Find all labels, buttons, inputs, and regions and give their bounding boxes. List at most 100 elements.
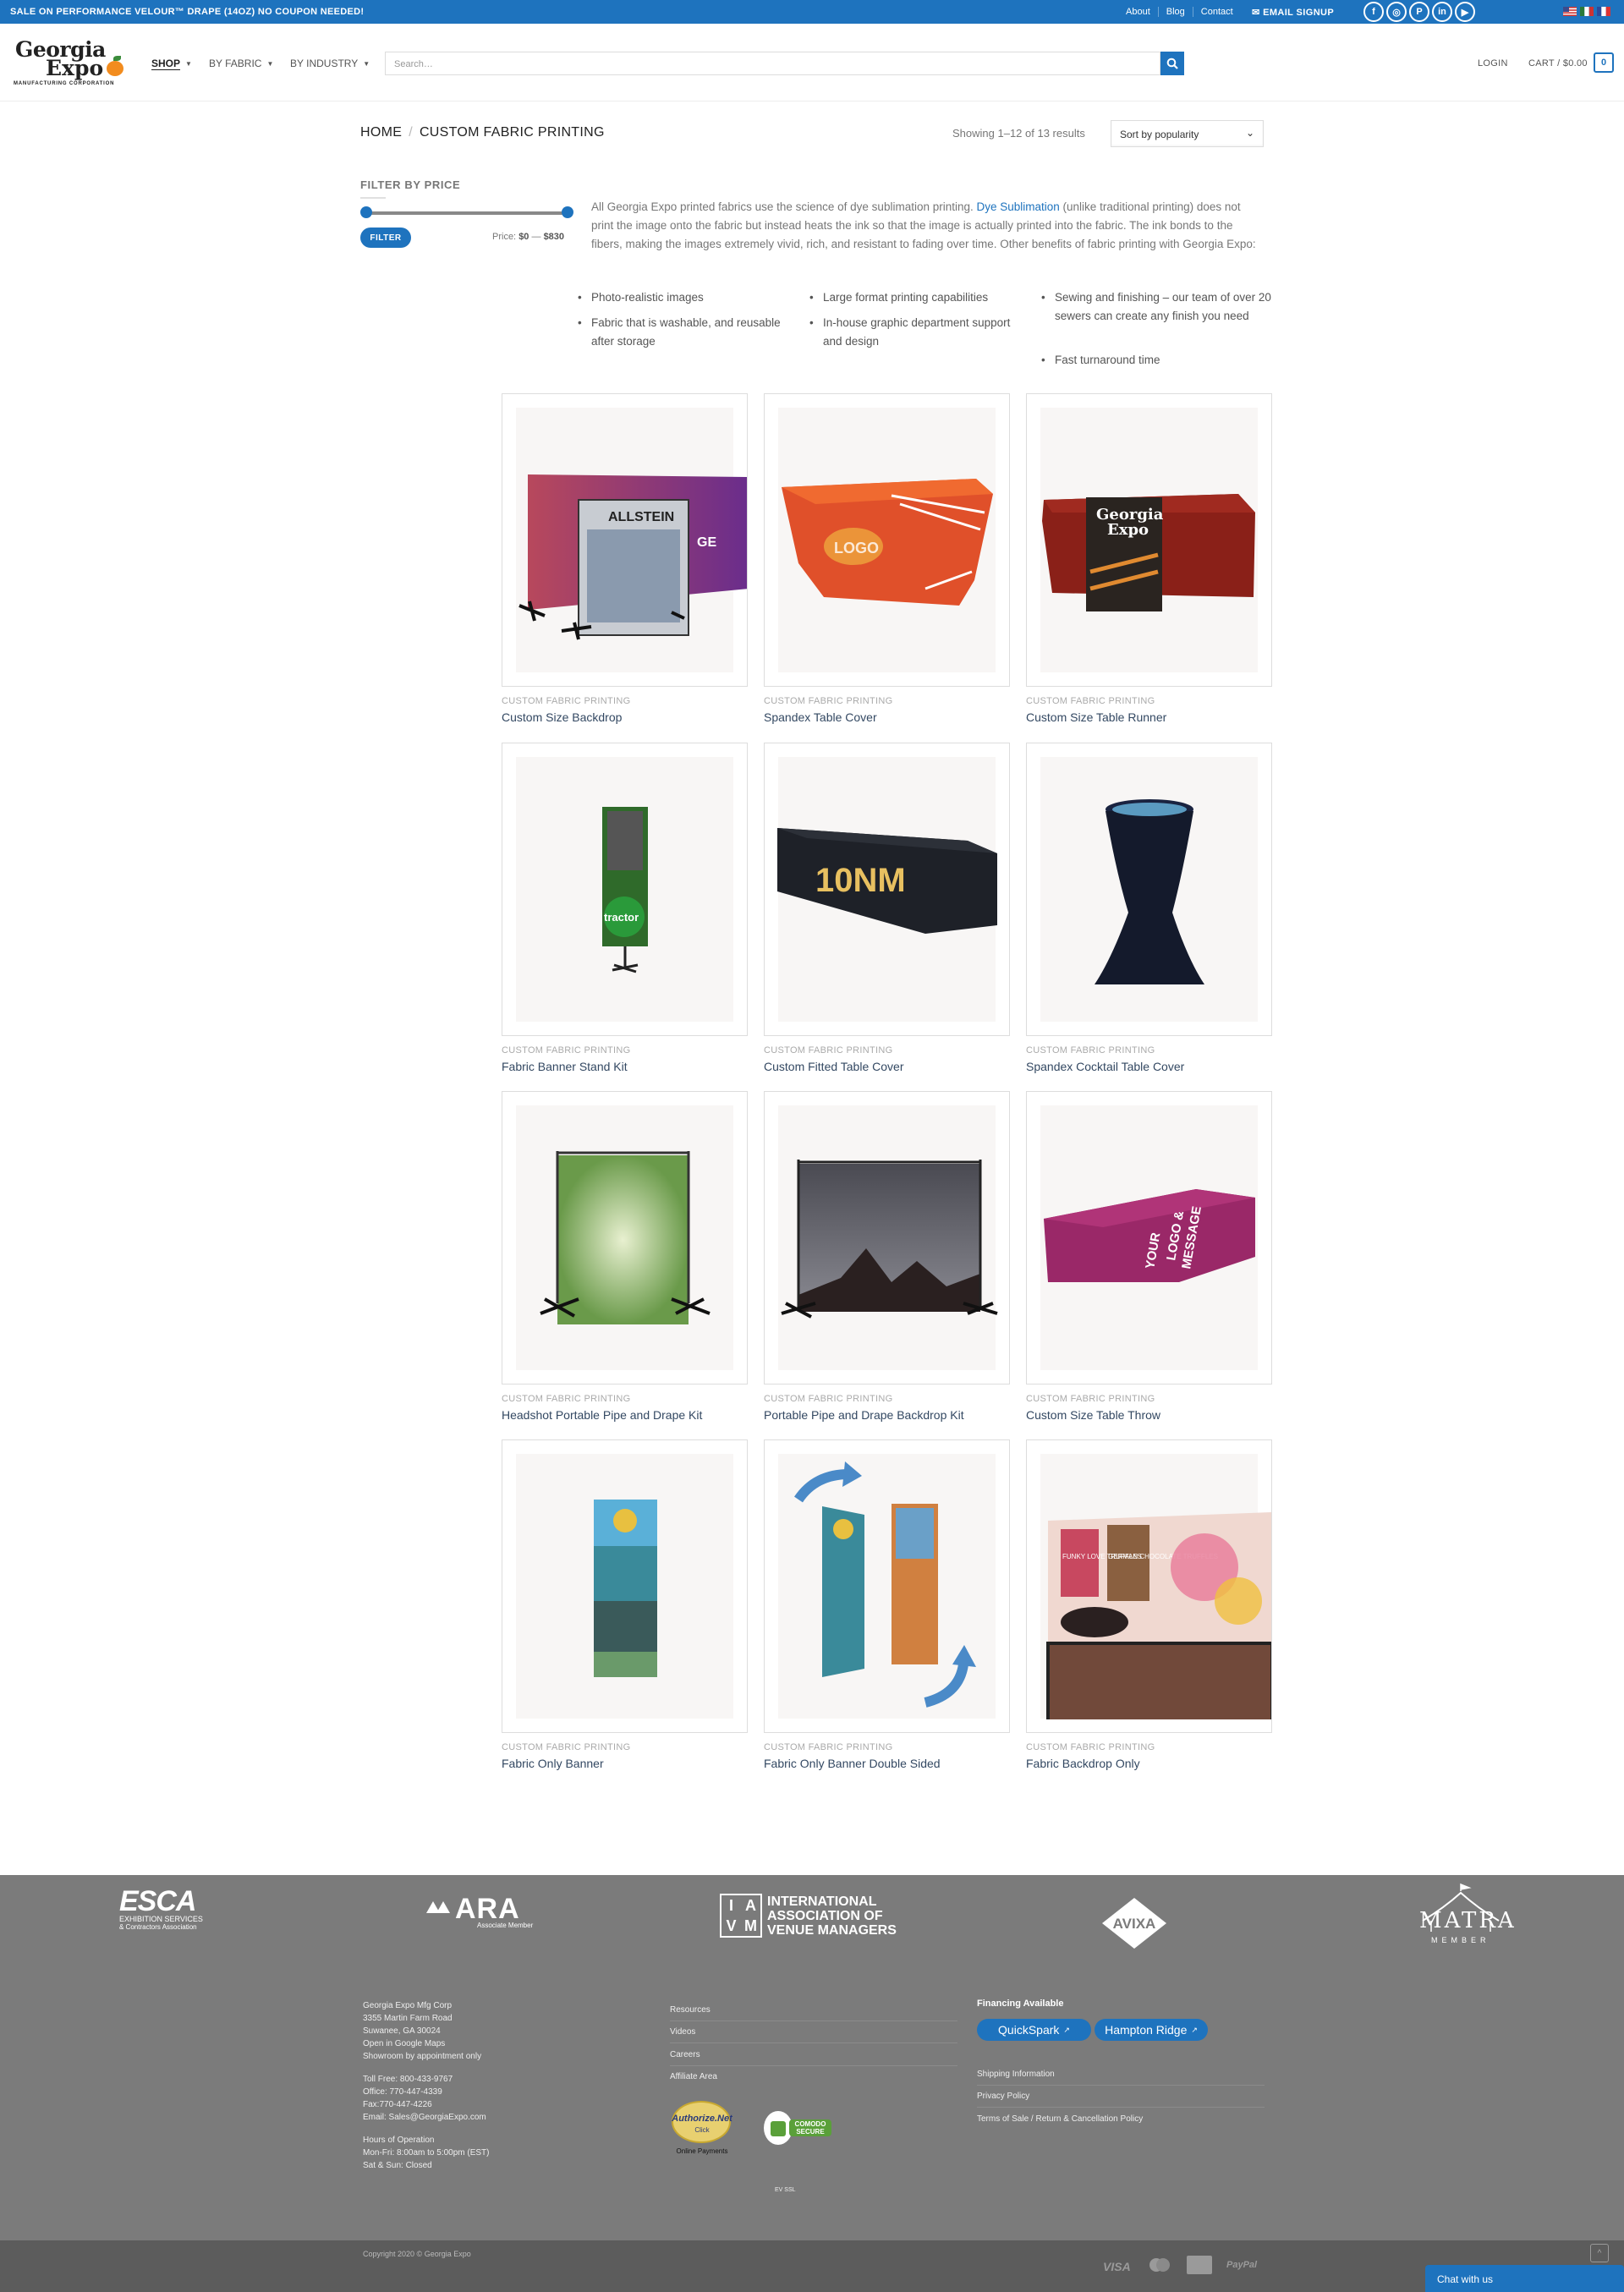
about-link[interactable]: About bbox=[1118, 7, 1159, 17]
site-logo[interactable]: Georgia Expo MANUFACTURING CORPORATION bbox=[12, 37, 125, 90]
product-title[interactable]: Spandex Table Cover bbox=[764, 710, 877, 724]
instagram-icon[interactable]: ◎ bbox=[1386, 2, 1407, 22]
chevron-down-icon: ▼ bbox=[363, 59, 370, 68]
footer-link-privacy[interactable]: Privacy Policy bbox=[977, 2092, 1265, 2108]
nav-by-fabric[interactable]: BY FABRIC ▼ bbox=[209, 58, 273, 69]
table-runner-image: Georgia Expo bbox=[1042, 494, 1255, 611]
product-category[interactable]: CUSTOM FABRIC PRINTING bbox=[502, 1394, 630, 1404]
product-image-fabric-only-banner[interactable] bbox=[502, 1439, 748, 1733]
quickspark-button[interactable]: QuickSpark ↗ bbox=[977, 2019, 1091, 2041]
product-category[interactable]: CUSTOM FABRIC PRINTING bbox=[764, 1045, 892, 1056]
authorize-net-badge[interactable]: Authorize.Net Click Online Payments bbox=[668, 2101, 736, 2160]
ara-mark-icon bbox=[426, 1901, 450, 1913]
svg-text:Expo: Expo bbox=[1107, 521, 1149, 539]
product-category[interactable]: CUSTOM FABRIC PRINTING bbox=[502, 1045, 630, 1056]
filter-button[interactable]: FILTER bbox=[360, 228, 411, 248]
footer-link-terms[interactable]: Terms of Sale / Return & Cancellation Po… bbox=[977, 2114, 1265, 2130]
back-to-top-button[interactable]: ^ bbox=[1590, 2244, 1609, 2262]
login-link[interactable]: LOGIN bbox=[1478, 58, 1508, 69]
sort-select[interactable]: Sort by popularity ⌄ bbox=[1111, 120, 1264, 147]
product-category[interactable]: CUSTOM FABRIC PRINTING bbox=[1026, 1394, 1155, 1404]
product-category[interactable]: CUSTOM FABRIC PRINTING bbox=[502, 696, 630, 706]
dye-sublimation-link[interactable]: Dye Sublimation bbox=[977, 200, 1060, 213]
footer-link-resources[interactable]: Resources bbox=[670, 2005, 957, 2021]
list-item: Photo-realistic images bbox=[578, 288, 789, 307]
product-category[interactable]: CUSTOM FABRIC PRINTING bbox=[1026, 696, 1155, 706]
copyright-text: Copyright 2020 © Georgia Expo bbox=[363, 2250, 471, 2258]
hampton-ridge-button[interactable]: Hampton Ridge ↗ bbox=[1095, 2019, 1208, 2041]
chat-widget-button[interactable]: Chat with us bbox=[1425, 2265, 1624, 2292]
google-maps-link[interactable]: Open in Google Maps bbox=[363, 2037, 490, 2050]
product-title[interactable]: Fabric Banner Stand Kit bbox=[502, 1060, 628, 1073]
price-slider-track[interactable] bbox=[365, 211, 568, 215]
peach-icon bbox=[107, 61, 123, 76]
footer-link-shipping[interactable]: Shipping Information bbox=[977, 2070, 1265, 2086]
product-image-custom-fitted-table-cover[interactable]: 10NM bbox=[764, 743, 1010, 1036]
product-image-spandex-table-cover[interactable]: LOGO bbox=[764, 393, 1010, 687]
search-button[interactable] bbox=[1160, 52, 1184, 75]
avixa-logo[interactable]: AVIXA bbox=[1100, 1898, 1168, 1949]
visa-icon: VISA bbox=[1103, 2260, 1131, 2273]
product-image-spandex-cocktail-table-cover[interactable] bbox=[1026, 743, 1272, 1036]
product-image-custom-size-backdrop[interactable]: ALLSTEIN GE bbox=[502, 393, 748, 687]
product-category[interactable]: CUSTOM FABRIC PRINTING bbox=[502, 1742, 630, 1752]
cart-link[interactable]: CART / $0.00 bbox=[1528, 58, 1588, 69]
price-slider-min-handle[interactable] bbox=[360, 206, 372, 218]
product-title[interactable]: Fabric Only Banner Double Sided bbox=[764, 1757, 941, 1770]
product-category[interactable]: CUSTOM FABRIC PRINTING bbox=[1026, 1045, 1155, 1056]
contact-link[interactable]: Contact bbox=[1193, 7, 1241, 17]
product-image-headshot-pipe-and-drape-kit[interactable] bbox=[502, 1091, 748, 1385]
top-bar: SALE ON PERFORMANCE VELOUR™ DRAPE (14OZ)… bbox=[0, 0, 1624, 24]
search-input[interactable]: Search… bbox=[385, 52, 1160, 75]
facebook-icon[interactable]: f bbox=[1363, 2, 1384, 22]
product-title[interactable]: Custom Size Table Runner bbox=[1026, 710, 1166, 724]
svg-text:10NM: 10NM bbox=[815, 862, 906, 899]
product-image-fabric-backdrop-only[interactable]: FUNKY LOVE TRUFFLES GERMAN CHOCOLATE TRU… bbox=[1026, 1439, 1272, 1733]
footer-link-affiliate[interactable]: Affiliate Area bbox=[670, 2072, 957, 2087]
product-title[interactable]: Fabric Backdrop Only bbox=[1026, 1757, 1140, 1770]
matra-logo[interactable]: MATRA MEMBER bbox=[1414, 1883, 1514, 1950]
product-image-fabric-only-banner-double-sided[interactable] bbox=[764, 1439, 1010, 1733]
footer-link-videos[interactable]: Videos bbox=[670, 2027, 957, 2043]
esca-logo[interactable]: ESCA EXHIBITION SERVICES & Contractors A… bbox=[119, 1885, 212, 1931]
price-slider-max-handle[interactable] bbox=[562, 206, 573, 218]
promo-text[interactable]: SALE ON PERFORMANCE VELOUR™ DRAPE (14OZ)… bbox=[10, 7, 364, 17]
cart-count-badge[interactable]: 0 bbox=[1594, 52, 1614, 73]
us-flag-icon[interactable] bbox=[1563, 7, 1577, 16]
product-title[interactable]: Custom Fitted Table Cover bbox=[764, 1060, 903, 1073]
footer-link-careers[interactable]: Careers bbox=[670, 2050, 957, 2066]
product-category[interactable]: CUSTOM FABRIC PRINTING bbox=[764, 696, 892, 706]
product-image-portable-pipe-and-drape-backdrop-kit[interactable] bbox=[764, 1091, 1010, 1385]
product-title[interactable]: Custom Size Backdrop bbox=[502, 710, 622, 724]
comodo-secure-badge[interactable]: COMODO SECURE bbox=[764, 2109, 831, 2147]
product-title[interactable]: Fabric Only Banner bbox=[502, 1757, 604, 1770]
list-item: Sewing and finishing – our team of over … bbox=[1041, 288, 1271, 326]
product-title[interactable]: Custom Size Table Throw bbox=[1026, 1408, 1160, 1422]
email-link[interactable]: Email: Sales@GeorgiaExpo.com bbox=[363, 2111, 490, 2124]
email-signup-link[interactable]: ✉ EMAIL SIGNUP bbox=[1252, 7, 1334, 18]
fr-flag-icon[interactable] bbox=[1597, 7, 1610, 16]
nav-by-industry[interactable]: BY INDUSTRY ▼ bbox=[290, 58, 370, 69]
product-title[interactable]: Headshot Portable Pipe and Drape Kit bbox=[502, 1408, 702, 1422]
product-category[interactable]: CUSTOM FABRIC PRINTING bbox=[1026, 1742, 1155, 1752]
product-category[interactable]: CUSTOM FABRIC PRINTING bbox=[764, 1394, 892, 1404]
office-phone[interactable]: Office: 770-447-4339 bbox=[363, 2086, 490, 2098]
mx-flag-icon[interactable] bbox=[1580, 7, 1594, 16]
nav-shop[interactable]: SHOP ▼ bbox=[151, 58, 192, 69]
product-image-custom-size-table-throw[interactable]: YOUR LOGO & MESSAGE bbox=[1026, 1091, 1272, 1385]
linkedin-icon[interactable]: in bbox=[1432, 2, 1452, 22]
copyright-brand-link[interactable]: Georgia Expo bbox=[425, 2250, 471, 2258]
list-item: Large format printing capabilities bbox=[809, 288, 1021, 307]
breadcrumb-home[interactable]: HOME bbox=[360, 125, 402, 140]
breadcrumb: HOME / CUSTOM FABRIC PRINTING bbox=[360, 125, 605, 140]
price-range-label: Price: $0 — $830 bbox=[492, 232, 565, 242]
toll-free-phone[interactable]: Toll Free: 800-433-9767 bbox=[363, 2073, 490, 2086]
product-title[interactable]: Portable Pipe and Drape Backdrop Kit bbox=[764, 1408, 964, 1422]
product-image-fabric-banner-stand-kit[interactable]: tractor bbox=[502, 743, 748, 1036]
product-category[interactable]: CUSTOM FABRIC PRINTING bbox=[764, 1742, 892, 1752]
product-image-custom-size-table-runner[interactable]: Georgia Expo bbox=[1026, 393, 1272, 687]
blog-link[interactable]: Blog bbox=[1159, 7, 1193, 17]
product-title[interactable]: Spandex Cocktail Table Cover bbox=[1026, 1060, 1184, 1073]
pinterest-icon[interactable]: P bbox=[1409, 2, 1429, 22]
youtube-icon[interactable]: ▶ bbox=[1455, 2, 1475, 22]
